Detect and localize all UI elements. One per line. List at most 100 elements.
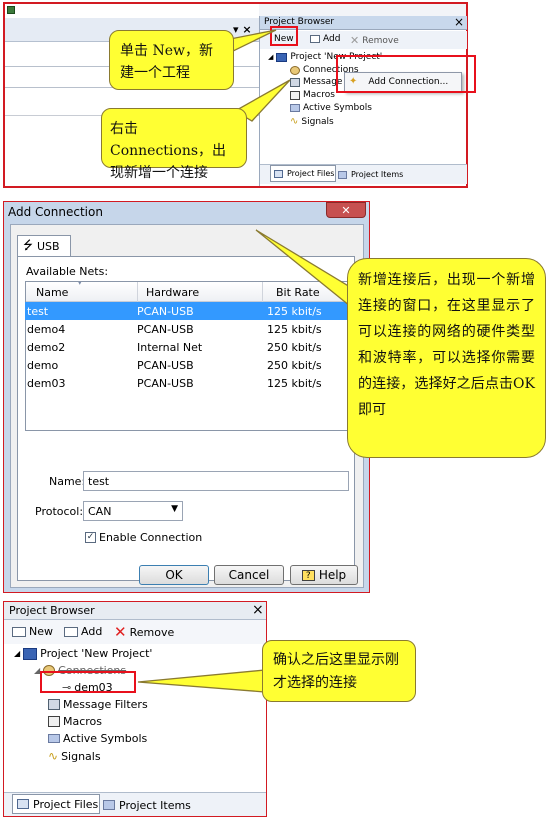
message-filter-icon [48,699,60,710]
help-button[interactable]: ? Help [290,565,358,585]
protocol-select-value: CAN [88,505,112,518]
available-nets-label: Available Nets: [26,265,109,278]
signals-icon: ∿ [290,116,299,127]
callout-dialog: 新增连接后，出现一个新增连接的窗口，在这里显示了可以连接的网络的硬件类型和波特率… [347,258,546,458]
ok-label: OK [165,568,183,582]
tree-active-symbols[interactable]: Active Symbols [48,732,147,745]
callout-dialog-text: 新增连接后，出现一个新增连接的窗口，在这里显示了可以连接的网络的硬件类型和波特率… [358,272,535,418]
tab-project-files[interactable]: Project Files [270,165,336,182]
signals-label: Signals [301,116,334,127]
add-connection-highlight-box [336,55,476,93]
callout-new-text: 单击 New，新建一个工程 [120,43,213,81]
tab-project-files[interactable]: Project Files [12,794,100,814]
remove-x-icon: ✕ [350,34,360,47]
project-files-icon [17,799,29,809]
column-header-name[interactable]: Name [36,286,68,299]
help-icon: ? [301,569,315,581]
pane-controls[interactable]: ▾ × [233,23,252,36]
tree-signals[interactable]: ∿ Signals [290,116,334,127]
project-browser-titlebar: Project Browser × [4,602,266,620]
cancel-label: Cancel [228,568,270,582]
remove-button[interactable]: ✕ Remove [114,623,174,641]
add-label: Add [323,34,341,44]
usb-label: USB [37,240,60,253]
project-label: Project 'New Project' [40,647,153,660]
message-filters-label: Message Filters [63,698,148,711]
message-filter-icon [290,77,300,87]
tab-project-items[interactable]: Project Items [103,796,193,814]
callout-right-click: 右击 Connections，出现新增一个连接 [101,108,247,181]
tree-message[interactable]: Message [290,77,342,87]
dialog-close-button[interactable]: ✕ [326,202,366,218]
name-input-value: test [88,475,110,488]
table-row[interactable]: test PCAN-USB 125 kbit/s [25,302,351,320]
dialog-title: Add Connection [8,205,103,219]
chevron-down-icon: ▼ [171,504,178,514]
project-icon [23,647,38,660]
column-header-hardware[interactable]: Hardware [146,286,199,299]
expand-arrow-icon: ◢ [268,53,274,61]
ok-button[interactable]: OK [139,565,209,585]
tree-macros[interactable]: Macros [290,90,335,100]
enable-connection-checkbox[interactable]: ✓ Enable Connection [85,531,202,544]
tab-usb[interactable]: ⭍ USB [17,235,71,257]
active-symbols-label: Active Symbols [303,103,372,113]
column-divider [137,282,138,302]
help-label: Help [318,568,347,582]
signals-icon: ∿ [48,749,59,763]
dialog-titlebar: Add Connection ✕ [4,202,369,222]
tree-message-filters[interactable]: Message Filters [48,698,148,711]
table-row[interactable]: demo PCAN-USB 250 kbit/s [25,356,351,374]
macros-label: Macros [303,90,335,100]
protocol-select[interactable]: CAN ▼ [83,501,183,521]
project-items-icon [103,800,115,810]
table-row[interactable]: dem03 PCAN-USB 125 kbit/s [25,374,351,392]
callout-bottom-text: 确认之后这里显示刚才选择的连接 [273,652,399,691]
signals-label: Signals [61,749,101,763]
column-sort-icon: ▾ [78,281,82,287]
name-input[interactable]: test [83,471,349,491]
tree-active-symbols[interactable]: Active Symbols [290,103,372,113]
remove-label: Remove [129,625,175,639]
tree-project[interactable]: ◢ Project 'New Project' [14,647,152,660]
dialog-body: ⭍ USB Available Nets: Name ▾ Hardware Bi… [10,224,364,588]
add-button[interactable]: Add [310,34,340,44]
tree-signals[interactable]: ∿ Signals [48,749,101,763]
project-items-icon [338,170,347,179]
column-header-bitrate[interactable]: Bit Rate [276,286,320,299]
project-files-icon [274,169,283,178]
cancel-button[interactable]: Cancel [214,565,284,585]
project-files-label: Project Files [33,797,99,811]
new-highlight-box [270,26,298,46]
close-icon[interactable]: × [454,15,464,29]
macros-icon [290,90,300,100]
usb-icon: ⭍ [23,238,33,252]
tab-project-items[interactable]: Project Items [338,167,410,182]
add-label: Add [81,625,103,638]
app-icon [7,6,15,14]
project-items-label: Project Items [351,170,404,179]
tree-macros[interactable]: Macros [48,715,102,728]
new-icon [12,626,26,637]
callout-bottom: 确认之后这里显示刚才选择的连接 [262,640,416,702]
macros-icon [48,716,60,727]
column-divider [262,282,263,302]
add-connection-dialog: Add Connection ✕ ⭍ USB Available Nets: N… [3,201,370,593]
connections-icon [290,65,300,75]
macros-label: Macros [63,715,103,728]
close-icon: ✕ [341,203,351,217]
table-row[interactable]: demo4 PCAN-USB 125 kbit/s [25,320,351,338]
dem03-highlight-box [40,671,136,693]
callout-new: 单击 New，新建一个工程 [109,30,234,90]
expand-arrow-icon: ◢ [14,649,21,658]
active-symbols-icon [290,104,300,112]
add-button[interactable]: Add [64,625,102,638]
add-icon [310,35,320,43]
new-button[interactable]: New [12,625,53,638]
close-icon[interactable]: × [252,602,264,618]
name-label: Name: [49,475,86,488]
table-row[interactable]: demo2 Internal Net 250 kbit/s [25,338,351,356]
checkbox-checked-icon: ✓ [85,532,96,543]
new-label: New [29,625,53,638]
remove-button[interactable]: ✕ Remove [350,34,399,47]
